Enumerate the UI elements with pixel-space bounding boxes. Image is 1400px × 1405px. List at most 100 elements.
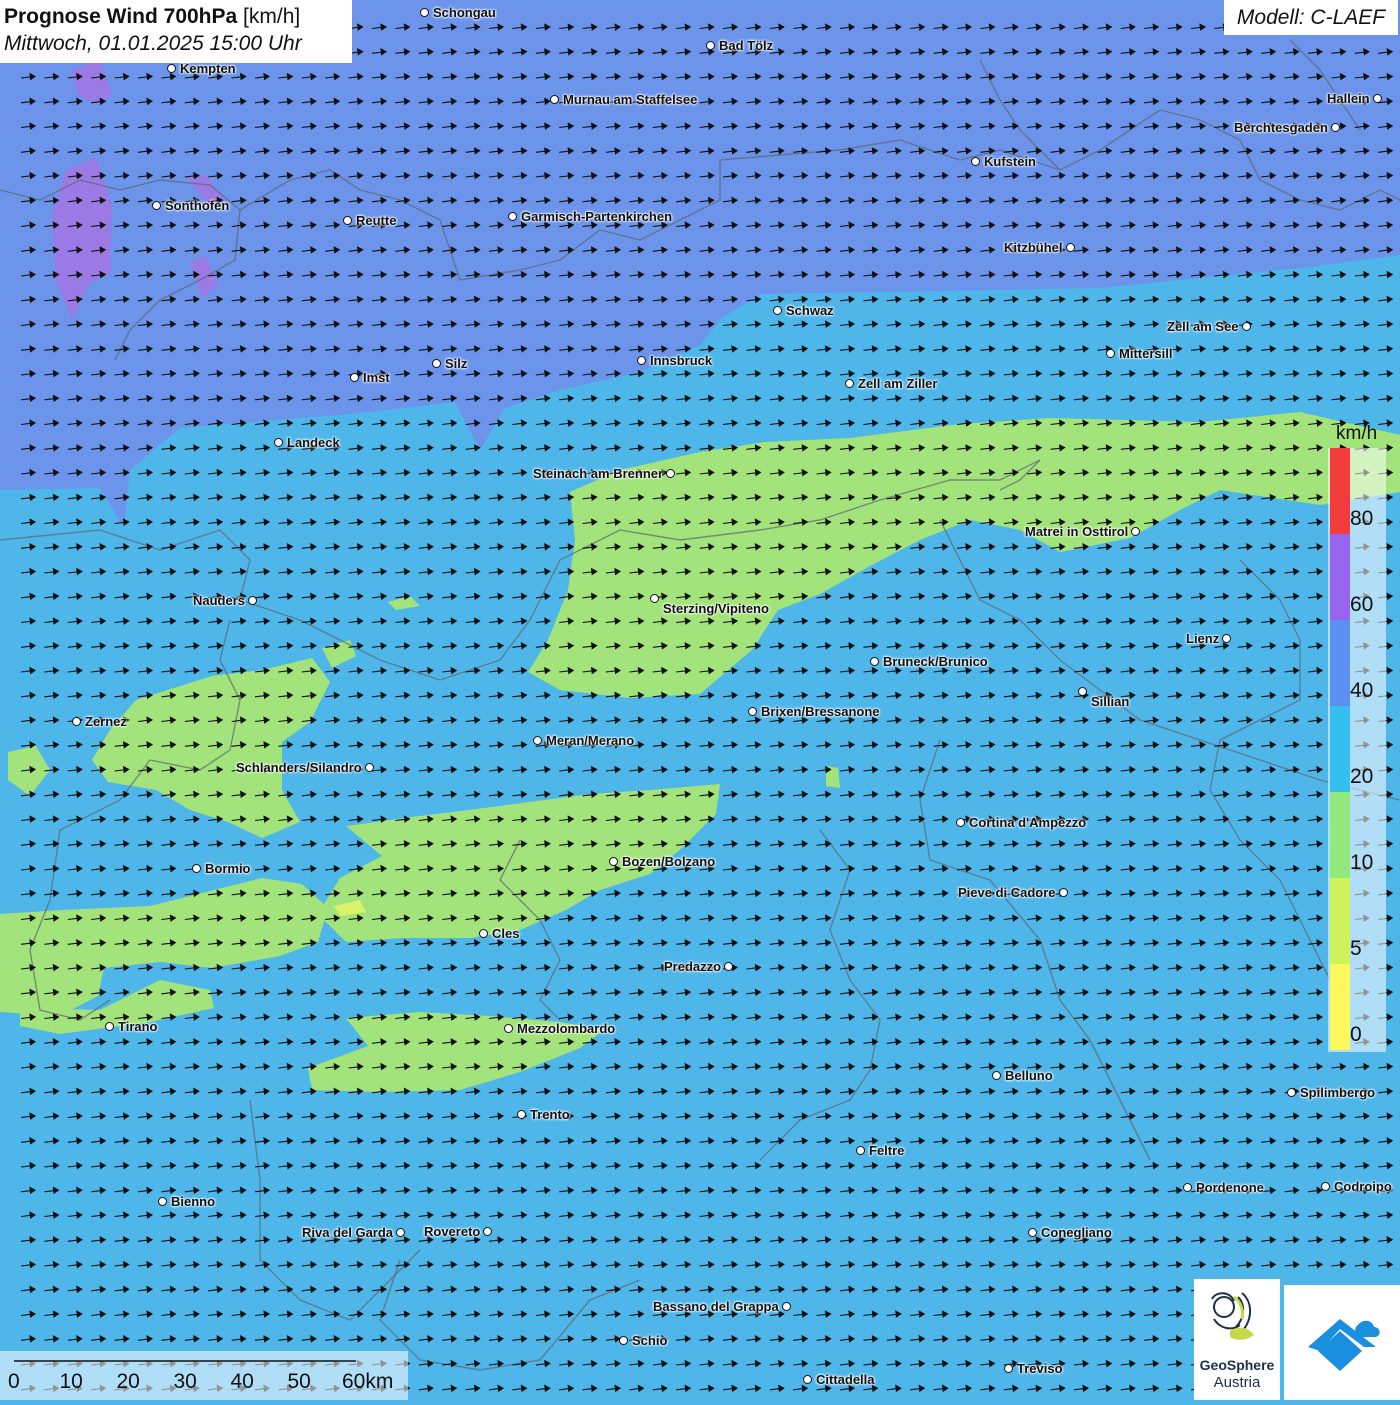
legend-tick-label: 10 [1350, 851, 1374, 874]
wind-map[interactable]: Schongau Bad Tölz Kempten Murnau am Staffel… [0, 0, 1400, 1400]
city-label: Steinach am Brenner [533, 466, 664, 481]
city-label: Meran/Merano [546, 733, 635, 748]
city-marker-icon [1222, 634, 1231, 643]
city-marker-icon [396, 1228, 405, 1237]
city-marker-icon [420, 8, 429, 17]
city-label: Sillian [1091, 694, 1130, 709]
legend-swatch [1330, 534, 1350, 620]
city-marker-icon [1066, 243, 1075, 252]
city-label: Landeck [287, 435, 340, 450]
city-label: Kempten [180, 61, 236, 76]
legend-swatch [1330, 878, 1350, 964]
city-label: Mezzolombardo [517, 1021, 616, 1036]
geosphere-sub: Austria [1213, 1374, 1261, 1391]
legend-tick-label: 60 [1350, 593, 1374, 616]
city-marker-icon [365, 763, 374, 772]
city-marker-icon [105, 1022, 114, 1031]
city-marker-icon [1131, 527, 1140, 536]
city-label: Treviso [1017, 1361, 1063, 1376]
city-marker-icon [706, 41, 715, 50]
city-marker-icon [782, 1302, 791, 1311]
city-label: Bassano del Grappa [653, 1299, 779, 1314]
city-label: Murnau am Staffelsee [563, 92, 698, 107]
legend-tick-label: 80 [1350, 507, 1374, 530]
city-marker-icon [619, 1336, 628, 1345]
scale-tick-label: 40 [230, 1370, 254, 1393]
city-label: Reutte [356, 213, 397, 228]
scale-tick-label: 50 [287, 1370, 311, 1393]
city-marker-icon [1331, 123, 1340, 132]
city-marker-icon [845, 379, 854, 388]
city-label: Codroipo [1334, 1179, 1392, 1194]
scale-tick-label: 30 [173, 1370, 197, 1393]
scale-tick-label: 0 [8, 1370, 20, 1393]
city-marker-icon [1059, 888, 1068, 897]
city-label: Bad Tölz [719, 38, 774, 53]
city-marker-icon [1287, 1088, 1296, 1097]
city-marker-icon [432, 359, 441, 368]
city-marker-icon [1242, 322, 1251, 331]
city-marker-icon [152, 201, 161, 210]
city-label: Garmisch-Partenkirchen [521, 209, 673, 224]
geosphere-emblem-icon [1211, 1292, 1254, 1340]
legend-swatch [1330, 964, 1350, 1050]
city-label: Zell am Ziller [858, 376, 938, 391]
city-label: Sonthofen [165, 198, 230, 213]
city-marker-icon [956, 818, 965, 827]
city-marker-icon [637, 356, 646, 365]
city-marker-icon [1078, 687, 1087, 696]
city-label: Bormio [205, 861, 251, 876]
city-label: Riva del Garda [302, 1225, 394, 1240]
city-marker-icon [1028, 1228, 1037, 1237]
city-marker-icon [992, 1071, 1001, 1080]
city-label: Imst [363, 370, 390, 385]
city-marker-icon [533, 736, 542, 745]
city-marker-icon [1004, 1364, 1013, 1373]
city-label: Bozen/Bolzano [622, 854, 716, 869]
city-marker-icon [343, 216, 352, 225]
city-marker-icon [508, 212, 517, 221]
city-marker-icon [167, 64, 176, 73]
legend-swatch [1330, 620, 1350, 706]
city-label: Spilimbergo [1300, 1085, 1376, 1100]
city-label: Matrei in Osttirol [1025, 524, 1129, 539]
city-marker-icon [192, 864, 201, 873]
city-marker-icon [483, 1227, 492, 1236]
legend-swatch [1330, 706, 1350, 792]
city-label: Lienz [1186, 631, 1220, 646]
legend-tick-label: 40 [1350, 679, 1374, 702]
city-marker-icon [158, 1197, 167, 1206]
city-label: Sterzing/Vipiteno [663, 601, 769, 616]
geosphere-austria-logo[interactable]: GeoSphere Austria [1194, 1279, 1280, 1400]
city-label: Feltre [869, 1143, 905, 1158]
city-marker-icon [350, 373, 359, 382]
city-marker-icon [724, 962, 733, 971]
city-label: Schongau [433, 5, 496, 20]
city-label: Schlanders/Silandro [236, 760, 362, 775]
city-label: Innsbruck [650, 353, 713, 368]
legend-unit: km/h [1336, 423, 1378, 444]
forecast-datetime: Mittwoch, 01.01.2025 15:00 Uhr [4, 32, 302, 55]
city-marker-icon [1106, 349, 1115, 358]
city-marker-icon [870, 657, 879, 666]
city-label: Zernez [85, 714, 127, 729]
city-label: Brixen/Bressanone [761, 704, 880, 719]
city-label: Berchtesgaden [1234, 120, 1328, 135]
city-marker-icon [748, 707, 757, 716]
city-label: Bienno [171, 1194, 216, 1209]
city-marker-icon [773, 306, 782, 315]
city-label: Conegliano [1041, 1225, 1112, 1240]
city-label: Predazzo [664, 959, 722, 974]
city-marker-icon [517, 1110, 526, 1119]
city-marker-icon [971, 157, 980, 166]
city-label: Silz [445, 356, 468, 371]
map-title: Prognose Wind 700hPa [km/h] [4, 5, 301, 28]
weather-app-logo[interactable] [1284, 1285, 1400, 1400]
city-label: Cles [492, 926, 520, 941]
scale-tick-label: 10 [59, 1370, 83, 1393]
city-marker-icon [1373, 94, 1382, 103]
city-label: Cortina d'Ampezzo [969, 815, 1087, 830]
city-marker-icon [72, 717, 81, 726]
legend-swatch [1330, 448, 1350, 534]
legend-tick-label: 20 [1350, 765, 1374, 788]
